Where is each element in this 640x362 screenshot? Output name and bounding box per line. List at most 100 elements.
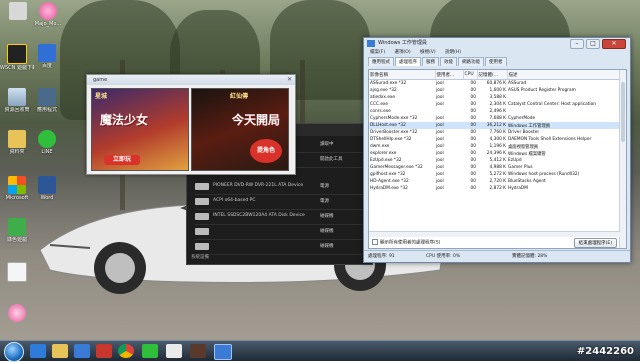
banner-headline: 今天開局: [232, 113, 281, 127]
tab-users[interactable]: 使用者: [485, 57, 507, 66]
game-banner-1[interactable]: 星城 魔法少女 立即玩: [91, 88, 189, 171]
device-status: 磁碟機: [320, 244, 334, 249]
explorer-icon[interactable]: [52, 344, 68, 358]
desktop-icon-folder[interactable]: 資料夾: [0, 130, 34, 155]
tab-networking[interactable]: 網路功能: [458, 57, 484, 66]
tab-applications[interactable]: 應用程式: [368, 57, 394, 66]
menu-file[interactable]: 檔案(F): [370, 50, 385, 55]
status-memory-usage: 實體記憶體: 28%: [512, 254, 548, 259]
desktop-icon-word[interactable]: Word: [30, 176, 64, 201]
close-button[interactable]: ✕: [602, 39, 626, 49]
desktop-icon-majo[interactable]: Majo_Mo...: [31, 2, 65, 27]
line-icon[interactable]: [142, 344, 158, 358]
icon-label: Microsoft: [5, 195, 29, 201]
scrollbar-thumb[interactable]: [621, 82, 625, 142]
column-header-description[interactable]: 描述: [507, 70, 626, 80]
ie-icon[interactable]: [30, 344, 46, 358]
maximize-button[interactable]: □: [586, 39, 600, 49]
desktop-icon-pink[interactable]: [0, 304, 34, 322]
process-description: 桌面視窗管理員: [508, 144, 539, 150]
desktop-icon-office[interactable]: Microsoft: [0, 176, 34, 201]
process-row[interactable]: atiedxx.exe jool 00 3,588 K: [369, 94, 626, 101]
process-memory: 2,872 K: [489, 186, 507, 191]
recycle-bin-icon: [8, 88, 26, 106]
device-row[interactable]: 磁碟機: [195, 225, 365, 240]
desktop-icon-baidu[interactable]: 百度: [30, 44, 64, 69]
wscn-icon: [7, 44, 27, 64]
process-user: jool: [436, 186, 444, 191]
play-button[interactable]: 立即玩: [104, 155, 140, 165]
desktop-icon-top[interactable]: [1, 2, 35, 20]
device-row[interactable]: ACPI x64-based PC 電源: [195, 195, 365, 210]
close-icon[interactable]: ✕: [287, 76, 292, 83]
check-icon[interactable]: [166, 344, 182, 358]
process-row[interactable]: GamerMessager.exe *32 jool 00 4,988 K Gamer …: [369, 164, 626, 171]
process-row[interactable]: CyphersMode.exe *32 jool 00 7,688 K CypherMo…: [369, 115, 626, 122]
game-window[interactable]: game ✕ 星城 魔法少女 立即玩 紅仙傳 今天開局 提角色: [86, 74, 296, 175]
column-header-memory[interactable]: 記憶體(...: [477, 70, 508, 80]
desktop-icon-app[interactable]: 應用程式: [30, 88, 64, 113]
menu-options[interactable]: 選項(O): [395, 50, 411, 55]
baidu-icon: [38, 44, 56, 62]
vertical-scrollbar[interactable]: [619, 70, 626, 248]
process-row[interactable]: explorer.exe jool 00 24,396 K Windows 檔案總管: [369, 150, 626, 157]
desktop-icon-green[interactable]: 綠色遊戲: [0, 218, 34, 243]
desktop-icon-wscn[interactable]: WSCN 遊戲下載: [0, 44, 34, 71]
process-image-name: atiedxx.exe: [370, 95, 395, 100]
file-icon: [7, 262, 27, 282]
process-row[interactable]: dwm.exe jool 00 1,196 K 桌面視窗管理員: [369, 143, 626, 150]
process-row[interactable]: DLLHost.exe *32 jool 00 36,212 K Windows 工作管…: [369, 122, 626, 129]
menu-view[interactable]: 檢視(V): [420, 50, 436, 55]
column-header-image-name[interactable]: 影像名稱: [369, 70, 436, 80]
process-row[interactable]: ASSurad.exe *32 jool 00 60,876 K ASSurad: [369, 80, 626, 88]
tab-performance[interactable]: 效能: [440, 57, 457, 66]
process-row[interactable]: conrs.exe 00 2,496 K: [369, 108, 626, 115]
minimize-button[interactable]: –: [570, 39, 584, 49]
game-banner-2[interactable]: 紅仙傳 今天開局 提角色: [191, 88, 289, 171]
task-manager-titlebar[interactable]: Windows 工作管理員 – □ ✕: [364, 38, 630, 49]
tab-services[interactable]: 服務: [422, 57, 439, 66]
process-row[interactable]: HD-Agent.exe *32 jool 00 2,720 K BlueStacks …: [369, 178, 626, 185]
task-manager-window[interactable]: Windows 工作管理員 – □ ✕ 檔案(F) 選項(O) 檢視(V) 說明…: [363, 37, 631, 263]
device-row[interactable]: INTEL SSDSC2BW120A4 ATA Disk Device 磁碟機: [195, 210, 365, 225]
process-user: jool: [436, 151, 444, 156]
device-status: 電源: [320, 199, 329, 204]
process-image-name: DriverBooster.exe *32: [370, 130, 418, 135]
process-row[interactable]: gpifhost.exe *32 jool 00 5,272 K Windows hos…: [369, 171, 626, 178]
device-row[interactable]: 磁碟機: [195, 240, 365, 255]
process-row[interactable]: CCC.exe jool 00 2,304 K Catalyst Control Cen…: [369, 101, 626, 108]
process-memory: 5,412 K: [489, 158, 507, 163]
device-status: 磁碟機: [320, 229, 334, 234]
status-cpu-usage: CPU 使用率: 0%: [426, 254, 461, 259]
process-cpu: 00: [470, 88, 476, 93]
red-icon[interactable]: [96, 344, 112, 358]
menu-help[interactable]: 說明(H): [445, 50, 461, 55]
taskmgr-icon: [367, 40, 375, 47]
game-icon[interactable]: [190, 344, 206, 358]
device-row[interactable]: PIONEER DVD-RW DVR-221L ATA Device 電源: [195, 180, 365, 195]
process-description: [507, 94, 626, 101]
process-cpu: 00: [470, 158, 476, 163]
character-button[interactable]: 提角色: [250, 139, 282, 163]
media-icon[interactable]: [74, 344, 90, 358]
desktop-icon-line[interactable]: LINE: [30, 130, 64, 155]
process-memory: 36,212 K: [477, 122, 507, 129]
show-all-users-checkbox[interactable]: 顯示所有使用者的處理程序(S): [372, 239, 440, 246]
tab-processes[interactable]: 處理程序: [395, 57, 421, 66]
desktop-icon-recycle[interactable]: 資源回收筒: [0, 88, 34, 113]
desktop-icon-file[interactable]: [0, 262, 34, 282]
process-cpu: 00: [470, 109, 476, 114]
process-row[interactable]: HydraDM.exe *32 jool 00 2,872 K HydraDM: [369, 185, 626, 192]
process-row[interactable]: DriverBooster.exe *32 jool 00 7,760 K Driver…: [369, 129, 626, 136]
process-table: 影像名稱 使用者... CPU 記憶體(... 描述 ASSurad.exe *…: [369, 70, 626, 192]
process-row[interactable]: ajsg.exe *32 jool 00 1,600 K ASUS Product Re…: [369, 87, 626, 94]
process-row[interactable]: DTShellHlp.exe *32 jool 00 4,300 K DAEMON To…: [369, 136, 626, 143]
taskmgr-icon[interactable]: [214, 344, 232, 360]
process-image-name: DTShellHlp.exe *32: [370, 137, 412, 142]
column-header-user[interactable]: 使用者...: [435, 70, 464, 80]
column-header-cpu[interactable]: CPU: [463, 70, 478, 80]
chrome-icon[interactable]: [118, 344, 134, 358]
process-row[interactable]: EzUpd.exe *32 jool 00 5,412 K EzUpd: [369, 157, 626, 164]
start-button[interactable]: [4, 342, 24, 362]
end-process-button[interactable]: 結束處理程序(E): [573, 238, 617, 248]
